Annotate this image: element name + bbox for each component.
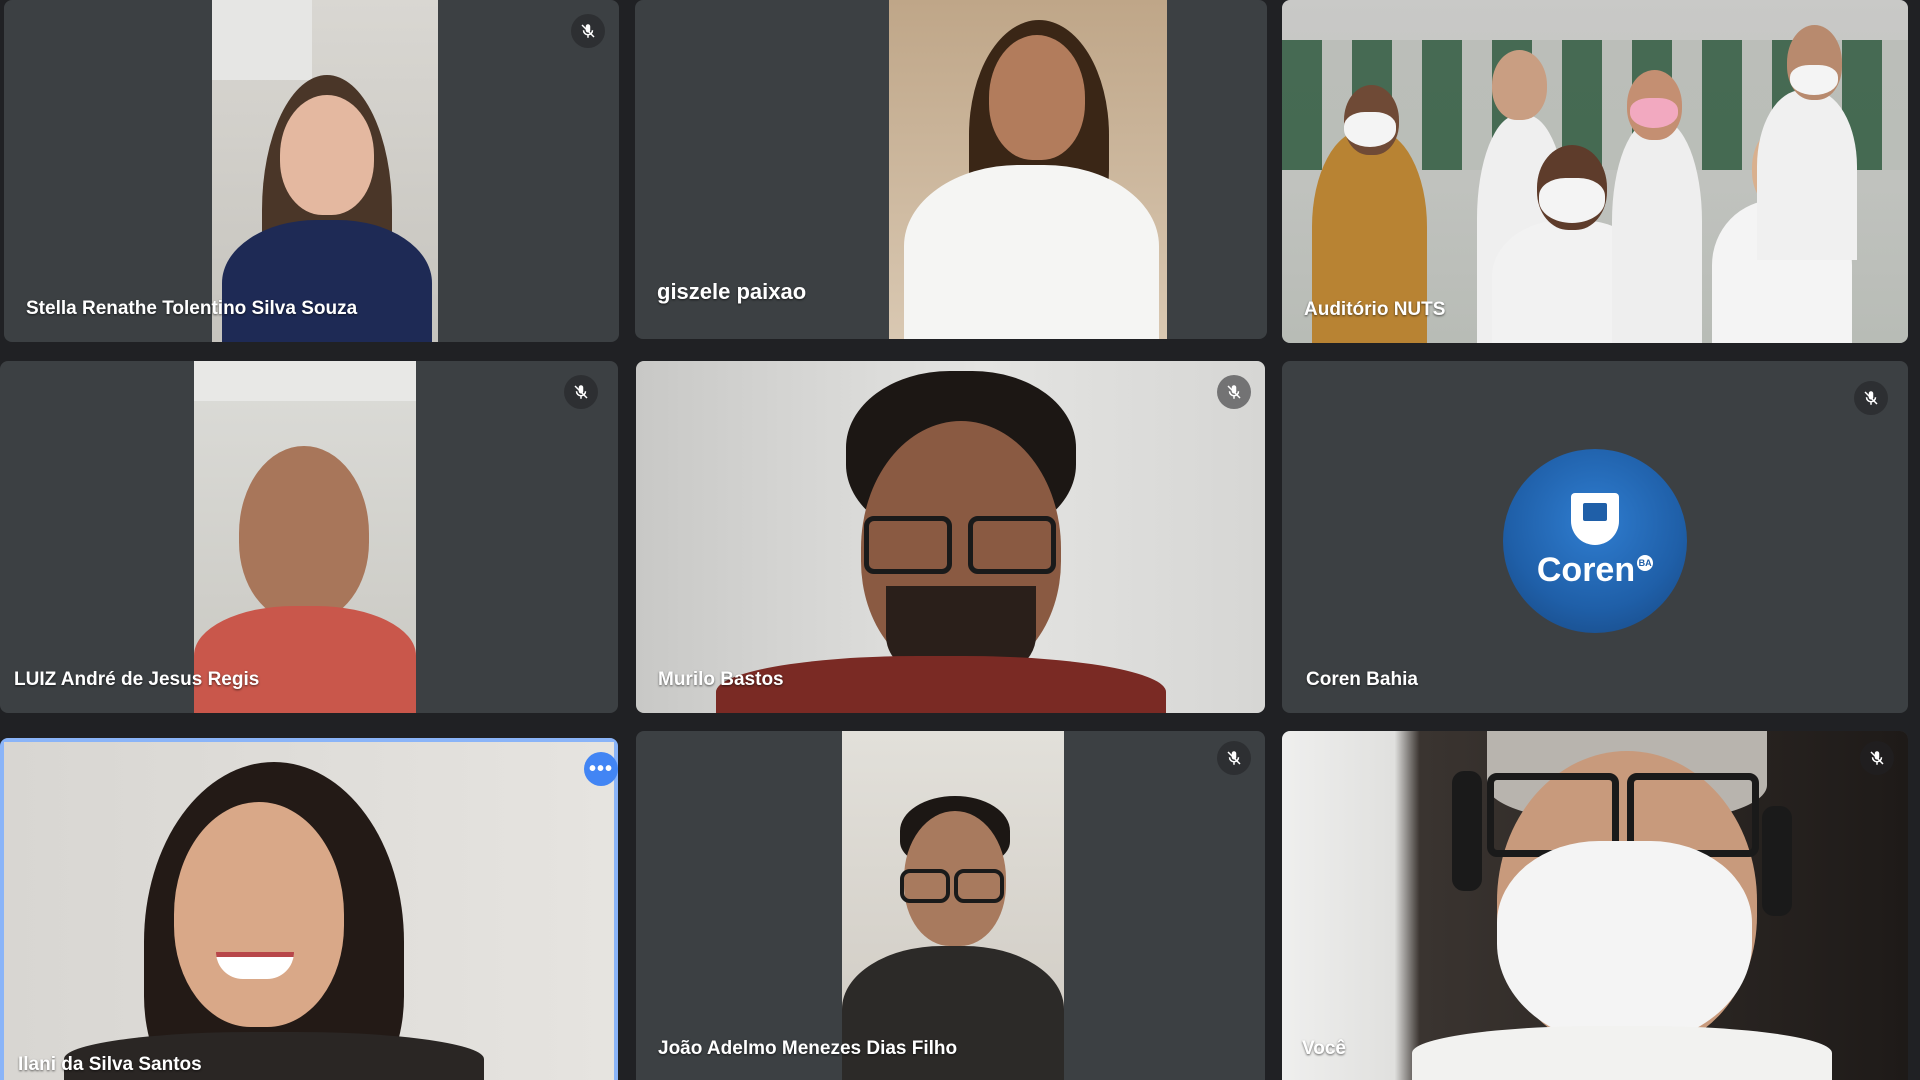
video-feed — [1282, 731, 1908, 1080]
participant-tile-voce[interactable]: Você — [1282, 731, 1908, 1080]
avatar-text: Coren — [1536, 550, 1636, 589]
participant-tile-giszele[interactable]: giszele paixao — [635, 0, 1267, 339]
torso — [222, 220, 432, 342]
video-feed — [4, 742, 614, 1080]
shield-icon — [1571, 492, 1619, 545]
participant-name: Auditório NUTS — [1304, 299, 1446, 320]
participant-name: Ilani da Silva Santos — [18, 1054, 202, 1075]
glasses — [900, 869, 950, 903]
participant-name: João Adelmo Menezes Dias Filho — [658, 1038, 958, 1059]
participant-name: Você — [1302, 1038, 1347, 1059]
video-feed — [842, 731, 1064, 1080]
face — [989, 35, 1085, 160]
participant-name: Coren Bahia — [1306, 669, 1418, 690]
video-feed — [194, 361, 416, 713]
mic-off-icon — [1217, 741, 1251, 775]
video-feed — [1282, 0, 1908, 343]
participant-tile-murilo[interactable]: Murilo Bastos — [636, 361, 1265, 713]
torso — [904, 165, 1159, 339]
torso — [194, 606, 416, 713]
door-frame — [194, 361, 416, 401]
more-options-icon[interactable]: ••• — [584, 752, 618, 786]
face — [280, 95, 374, 215]
participant-name: LUIZ André de Jesus Regis — [14, 669, 260, 690]
video-feed — [212, 0, 438, 342]
glasses — [864, 516, 952, 574]
mic-off-icon — [571, 14, 605, 48]
mask — [1630, 98, 1678, 128]
headset — [1762, 806, 1792, 916]
mic-off-icon — [1860, 741, 1894, 775]
ceiling-light — [212, 0, 312, 80]
mic-off-icon — [1217, 375, 1251, 409]
participant-tile-auditorio[interactable]: Auditório NUTS — [1282, 0, 1908, 343]
participant-tile-joao[interactable]: João Adelmo Menezes Dias Filho — [636, 731, 1265, 1080]
mask — [1344, 112, 1396, 147]
mic-off-icon — [1854, 381, 1888, 415]
participant-name: Murilo Bastos — [658, 669, 784, 690]
mic-off-icon — [564, 375, 598, 409]
participant-name: Stella Renathe Tolentino Silva Souza — [26, 298, 358, 319]
participant-tile-stella[interactable]: Stella Renathe Tolentino Silva Souza — [4, 0, 619, 342]
face — [174, 802, 344, 1027]
mask — [1539, 178, 1605, 223]
glasses — [968, 516, 1056, 574]
avatar-badge: BA — [1637, 554, 1654, 571]
video-feed — [636, 361, 1265, 713]
video-feed — [889, 0, 1167, 339]
person-4 — [1612, 120, 1702, 343]
glasses — [954, 869, 1004, 903]
participant-tile-ilani[interactable]: ••• Ilani da Silva Santos — [0, 738, 618, 1080]
participant-tile-luiz[interactable]: LUIZ André de Jesus Regis — [0, 361, 618, 713]
participant-name: giszele paixao — [657, 279, 807, 304]
mask — [1497, 841, 1752, 1046]
face — [1492, 50, 1547, 120]
face — [239, 446, 369, 621]
headset — [1452, 771, 1482, 891]
torso — [1412, 1026, 1832, 1080]
avatar: Coren BA — [1503, 449, 1687, 633]
mask — [1790, 65, 1838, 95]
participant-tile-coren-bahia[interactable]: Coren BA Coren Bahia — [1282, 361, 1908, 713]
person-6 — [1757, 90, 1857, 260]
